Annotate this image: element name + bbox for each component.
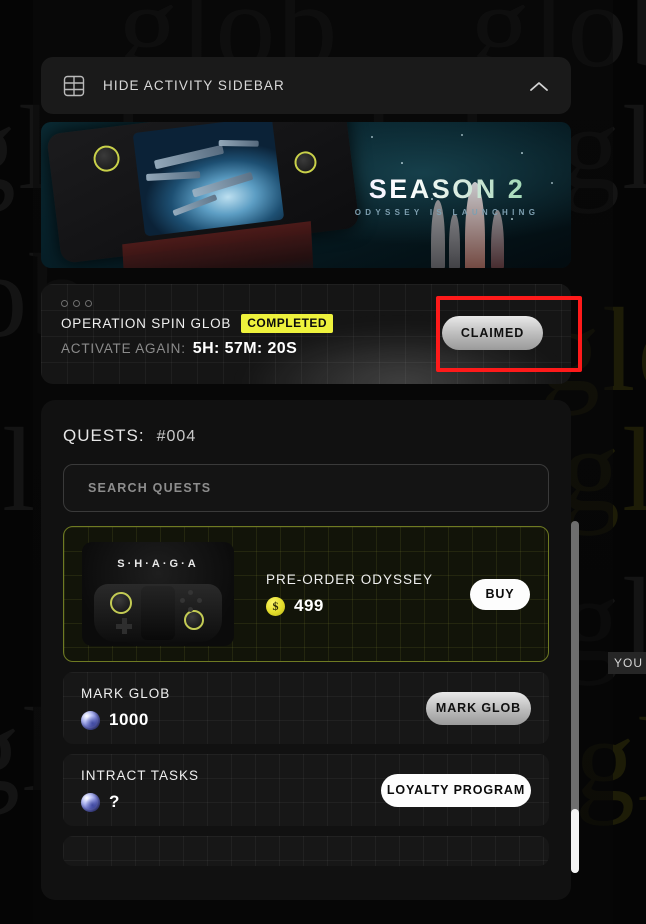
search-input[interactable]: [88, 481, 524, 495]
season-banner[interactable]: SEASON 2 ODYSSEY IS LAUNCHING: [41, 122, 571, 268]
glob-token-icon: [81, 710, 100, 730]
quest-item-mark-glob[interactable]: MARK GLOB 1000 MARK GLOB: [63, 672, 549, 744]
quest-title: INTRACT TASKS: [81, 768, 200, 783]
dollar-coin-icon: $: [266, 596, 285, 616]
quest-item-intract-tasks[interactable]: INTRACT TASKS ? LOYALTY PROGRAM: [63, 754, 549, 826]
timer-value: 5H: 57M: 20S: [192, 340, 298, 357]
mark-glob-button[interactable]: MARK GLOB: [426, 691, 531, 725]
quests-scrollbar-track[interactable]: [571, 521, 579, 873]
quests-scrollbar-thumb[interactable]: [571, 809, 579, 873]
quests-panel: QUESTS: #004 S·H·A·G·A: [41, 400, 571, 900]
banner-title: SEASON 2: [347, 174, 547, 205]
glob-token-icon: [81, 792, 100, 812]
app-root: glob glob glob glob glob glob glob glob …: [0, 0, 646, 924]
quests-label: QUESTS:: [63, 426, 145, 445]
quest-value: 1000: [109, 710, 149, 729]
search-quests-field[interactable]: [63, 464, 549, 512]
quests-count: #004: [156, 428, 197, 445]
controller-graphic: [94, 584, 222, 642]
chevron-up-icon[interactable]: [529, 80, 549, 92]
grid-icon: [63, 75, 85, 97]
you-marker-tag: YOU: [608, 652, 646, 674]
operation-card: OPERATION SPIN GLOB COMPLETED ACTIVATE A…: [41, 284, 571, 384]
rocket-decoration: [449, 214, 460, 268]
banner-subtitle: ODYSSEY IS LAUNCHING: [354, 208, 540, 217]
shaga-logo-text: S·H·A·G·A: [117, 558, 199, 570]
buy-button[interactable]: BUY: [470, 578, 530, 610]
quest-thumbnail: S·H·A·G·A: [82, 542, 234, 646]
status-badge: COMPLETED: [241, 314, 334, 333]
operation-title: OPERATION SPIN GLOB: [61, 316, 232, 331]
quest-item-preorder[interactable]: S·H·A·G·A PRE-ORDER ODYSSEY $ 499 BUY: [63, 526, 549, 662]
header-title: HIDE ACTIVITY SIDEBAR: [103, 78, 285, 93]
loyalty-program-button[interactable]: LOYALTY PROGRAM: [381, 773, 531, 807]
card-grid-pattern: [63, 836, 549, 866]
claimed-button[interactable]: CLAIMED: [442, 316, 543, 350]
quests-list: S·H·A·G·A PRE-ORDER ODYSSEY $ 499 BUY MA…: [41, 526, 571, 866]
quest-value: 499: [294, 596, 324, 615]
quest-title: MARK GLOB: [81, 686, 171, 701]
timer-label: ACTIVATE AGAIN:: [61, 341, 186, 356]
quest-title: PRE-ORDER ODYSSEY: [266, 572, 434, 587]
card-menu-dots[interactable]: [61, 300, 551, 307]
hide-activity-sidebar-button[interactable]: HIDE ACTIVITY SIDEBAR: [41, 57, 571, 114]
quest-item-partial[interactable]: [63, 836, 549, 866]
quest-value: ?: [109, 792, 120, 811]
